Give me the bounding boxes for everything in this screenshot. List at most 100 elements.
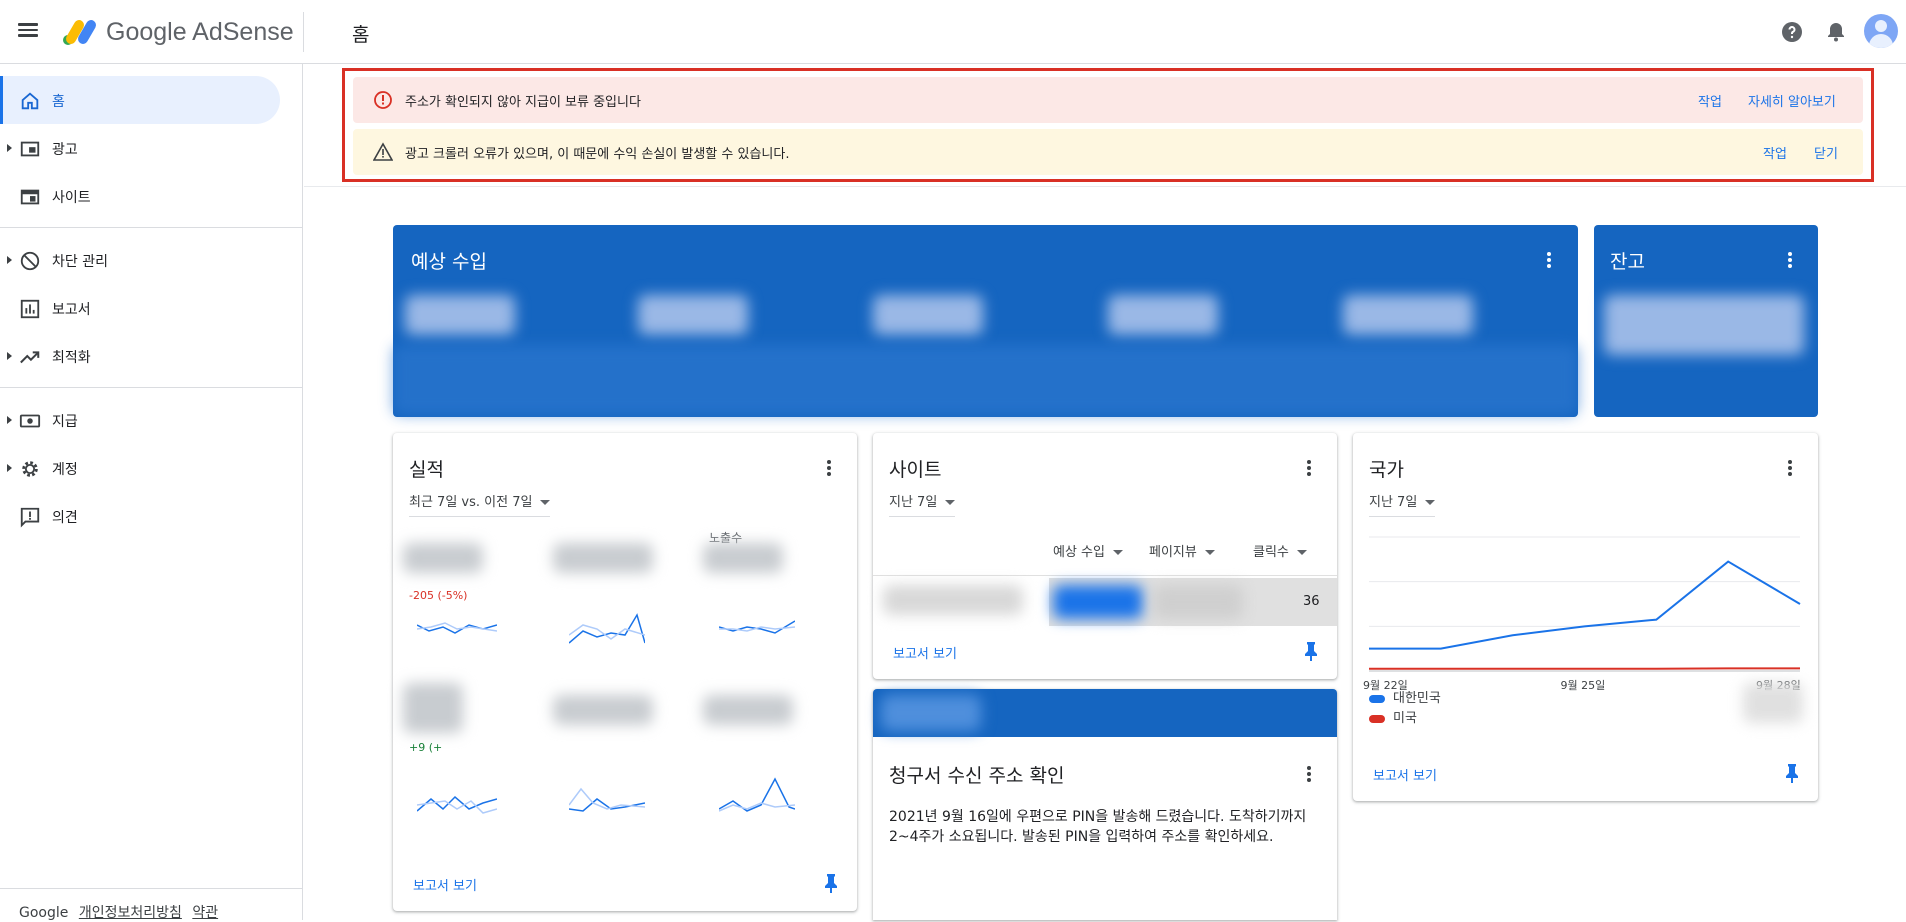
more-options-icon[interactable]: [1786, 251, 1794, 271]
more-options-icon[interactable]: [1545, 251, 1553, 271]
sparkline: [417, 613, 497, 643]
card-title: 잔고: [1610, 247, 1645, 274]
redacted-value: [553, 543, 653, 573]
pin-icon[interactable]: [1784, 763, 1800, 783]
view-report-link[interactable]: 보고서 보기: [1373, 765, 1437, 784]
account-avatar[interactable]: [1864, 14, 1898, 48]
trending-up-icon: [19, 346, 41, 368]
error-action-button[interactable]: 작업: [1698, 91, 1722, 110]
privacy-link[interactable]: 개인정보처리방침: [79, 905, 182, 921]
more-options-icon[interactable]: [1305, 765, 1313, 785]
sidebar-item-label: 의견: [52, 507, 78, 527]
payments-icon: [19, 410, 41, 432]
delta-value: +9 (+: [409, 741, 442, 754]
sidebar-item-label: 최적화: [52, 347, 91, 367]
view-report-link[interactable]: 보고서 보기: [413, 875, 477, 894]
card-title: 실적: [409, 455, 444, 482]
redacted-value: [1108, 295, 1218, 335]
card-title: 국가: [1369, 455, 1404, 482]
redacted-value: [873, 295, 983, 335]
redacted-value: [1153, 585, 1243, 619]
sidebar-item-payments[interactable]: 지급: [0, 396, 280, 444]
sidebar-item-feedback[interactable]: 의견: [0, 492, 280, 540]
sparkline: [719, 769, 795, 819]
expand-caret-icon: [7, 464, 12, 472]
date-range-dropdown[interactable]: 최근 7일 vs. 이전 7일: [409, 491, 550, 517]
main-menu-icon[interactable]: [18, 20, 42, 44]
sidebar-item-label: 사이트: [52, 187, 91, 207]
error-alert-text: 주소가 확인되지 않아 지급이 보류 중입니다: [405, 91, 641, 110]
pin-icon[interactable]: [823, 873, 839, 893]
column-header-earnings[interactable]: 예상 수입: [1053, 541, 1123, 560]
redacted-value: [703, 543, 783, 573]
ads-icon: [19, 138, 41, 160]
sidebar-item-ads[interactable]: 광고: [0, 124, 280, 172]
sidebar-item-account[interactable]: 계정: [0, 444, 280, 492]
terms-link[interactable]: 약관: [192, 905, 218, 921]
date-range-dropdown[interactable]: 지난 7일: [889, 491, 955, 517]
column-header-pageviews[interactable]: 페이지뷰: [1149, 541, 1215, 560]
gear-icon: [19, 458, 41, 480]
learn-more-button[interactable]: 자세히 알아보기: [1748, 91, 1836, 110]
estimated-earnings-card: 예상 수입: [393, 225, 1578, 417]
sidebar-item-label: 계정: [52, 459, 78, 479]
sidebar-item-label: 광고: [52, 139, 78, 159]
home-icon: [19, 90, 41, 112]
pin-icon[interactable]: [1303, 641, 1319, 661]
expand-caret-icon: [7, 416, 12, 424]
clicks-value: 36: [1303, 594, 1320, 609]
redacted-value: [638, 295, 748, 335]
billing-message: 2021년 9월 16일에 우편으로 PIN을 발송해 드렸습니다. 도착하기까…: [889, 807, 1321, 847]
sidebar-divider: [0, 888, 303, 889]
billing-address-card: 청구서 수신 주소 확인 2021년 9월 16일에 우편으로 PIN을 발송해…: [873, 689, 1337, 920]
view-report-link[interactable]: 보고서 보기: [893, 643, 957, 662]
legend-label: 대한민국: [1393, 691, 1441, 706]
sidebar-item-sites[interactable]: 사이트: [0, 172, 280, 220]
sidebar-item-label: 차단 관리: [52, 251, 108, 271]
sparkline: [417, 779, 497, 819]
block-icon: [19, 250, 41, 272]
date-range-dropdown[interactable]: 지난 7일: [1369, 491, 1435, 517]
sidebar-item-reports[interactable]: 보고서: [0, 284, 280, 332]
sparkline: [569, 605, 645, 645]
more-options-icon[interactable]: [825, 459, 833, 479]
redacted-site-name: [883, 585, 1023, 615]
countries-card: 국가 지난 7일 9월 22일 9월 25일 9월 28일 대한민국 미국 보고…: [1353, 433, 1818, 801]
sidebar-item-optimization[interactable]: 최적화: [0, 332, 280, 380]
redacted-value: [405, 295, 515, 335]
adsense-logo: [60, 16, 100, 48]
more-options-icon[interactable]: [1786, 459, 1794, 479]
sidebar-item-blocking[interactable]: 차단 관리: [0, 236, 280, 284]
performance-card: 실적 최근 7일 vs. 이전 7일 노출수 -205 (-5%) +9 (+ …: [393, 433, 857, 911]
sidebar-divider: [0, 227, 303, 228]
legend-item: 대한민국: [1369, 687, 1441, 706]
warning-icon: [373, 142, 393, 162]
sparkline: [719, 613, 795, 643]
sites-card: 사이트 지난 7일 예상 수입 페이지뷰 클릭수 36 보고서 보기: [873, 433, 1337, 679]
redacted-value: [1343, 295, 1473, 335]
balance-card: 잔고: [1594, 225, 1818, 417]
sparkline: [569, 779, 645, 819]
dismiss-button[interactable]: 닫기: [1814, 143, 1838, 162]
card-title: 청구서 수신 주소 확인: [889, 761, 1064, 788]
error-icon: [373, 90, 393, 110]
top-app-bar: Google AdSense 홈: [0, 0, 1906, 64]
table-divider: [873, 575, 1337, 576]
redacted-value: [403, 543, 483, 573]
sidebar-item-home[interactable]: 홈: [0, 76, 280, 124]
expand-caret-icon: [7, 256, 12, 264]
page-title: 홈: [352, 20, 369, 47]
warning-action-button[interactable]: 작업: [1763, 143, 1787, 162]
redacted-value: [703, 695, 793, 725]
column-header-clicks[interactable]: 클릭수: [1253, 541, 1307, 560]
warning-alert: 광고 크롤러 오류가 있으며, 이 때문에 수익 손실이 발생할 수 있습니다.…: [353, 129, 1863, 175]
more-options-icon[interactable]: [1305, 459, 1313, 479]
redacted-value: [553, 695, 653, 725]
notifications-icon[interactable]: [1824, 20, 1848, 44]
warning-alert-text: 광고 크롤러 오류가 있으며, 이 때문에 수익 손실이 발생할 수 있습니다.: [405, 143, 789, 162]
series-line-0: [1369, 562, 1800, 649]
alerts-highlight: 주소가 확인되지 않아 지급이 보류 중입니다 작업 자세히 알아보기 광고 크…: [342, 68, 1874, 182]
redacted-area: [393, 345, 1578, 415]
redacted-value: [1604, 295, 1804, 355]
help-icon[interactable]: [1780, 20, 1804, 44]
